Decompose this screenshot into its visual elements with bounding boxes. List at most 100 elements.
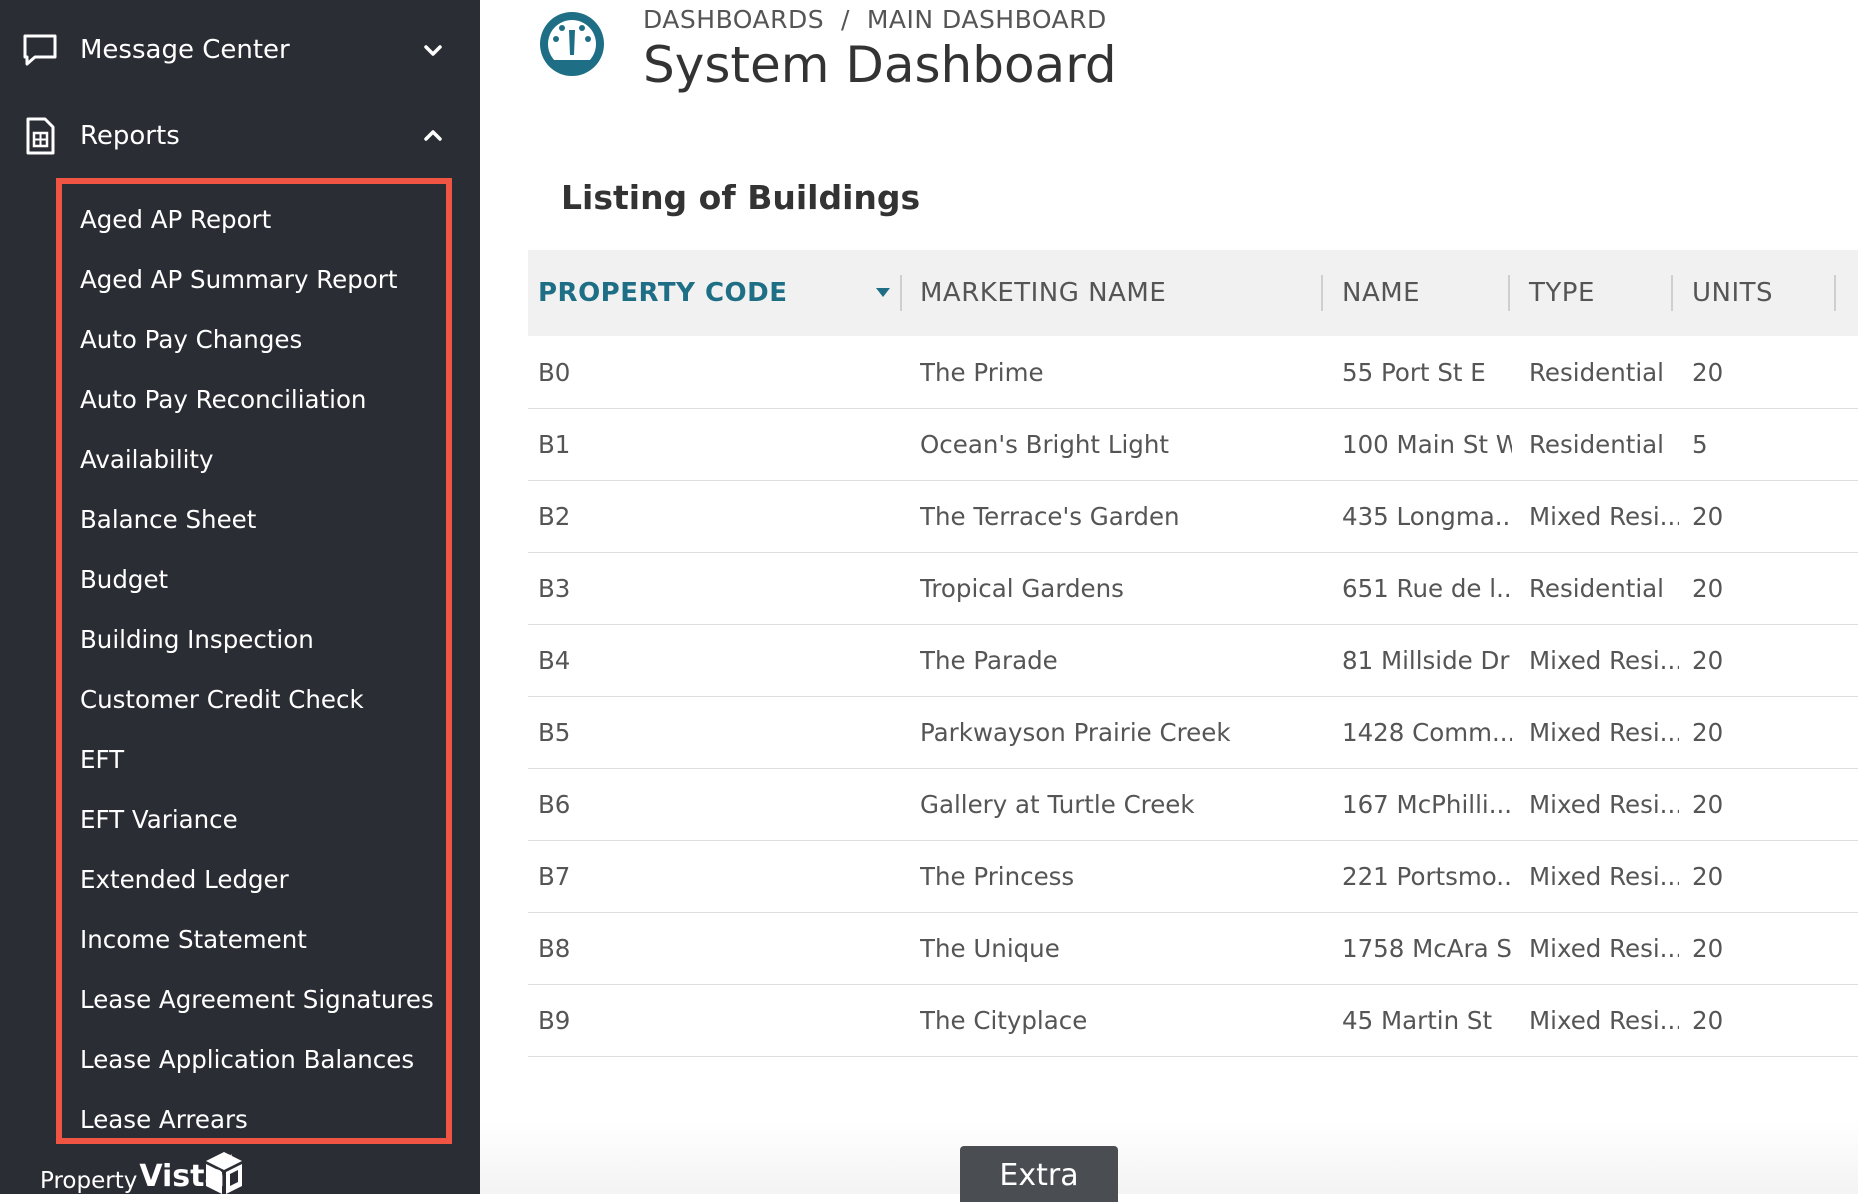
table-row[interactable]: B7 The Princess 221 Portsmo... Mixed Resi..… [528,840,1858,913]
cell-type: Mixed Resi... [1529,1005,1679,1035]
column-header-units[interactable]: UNITS [1692,250,1773,336]
cell-type: Mixed Resi... [1529,501,1679,531]
cell-property-code: B0 [538,357,571,387]
table-header: PROPERTY CODE MARKETING NAME NAME TYPE U… [528,250,1858,336]
listing-title: Listing of Buildings [561,178,921,217]
cell-property-code: B4 [538,645,571,675]
column-header-marketing-name[interactable]: MARKETING NAME [920,250,1166,336]
column-separator[interactable] [1671,275,1673,311]
cell-property-code: B5 [538,717,571,747]
table-row[interactable]: B4 The Parade 81 Millside Dr Mixed Resi... 2… [528,624,1858,697]
cell-name: 100 Main St W [1342,429,1512,459]
cell-type: Residential [1529,357,1664,387]
table-row[interactable]: B8 The Unique 1758 McAra St Mixed Resi... 20 [528,912,1858,985]
cell-type: Mixed Resi... [1529,645,1679,675]
cell-units: 20 [1692,1005,1724,1035]
nav-reports-label: Reports [80,121,180,151]
report-item-auto-pay-changes[interactable]: Auto Pay Changes [80,327,302,353]
nav-message-center[interactable]: Message Center [0,10,480,90]
cell-marketing-name: The Prime [920,357,1044,387]
cell-marketing-name: The Parade [920,645,1058,675]
report-item-lease-agreement-signatures[interactable]: Lease Agreement Signatures [80,987,434,1013]
report-icon [26,117,55,155]
cell-type: Residential [1529,429,1664,459]
sort-desc-icon[interactable] [876,288,890,298]
report-item-availability[interactable]: Availability [80,447,214,473]
cell-property-code: B1 [538,429,571,459]
report-item-building-inspection[interactable]: Building Inspection [80,627,314,653]
cell-marketing-name: Ocean's Bright Light [920,429,1169,459]
cell-units: 20 [1692,645,1724,675]
table-row[interactable]: B1 Ocean's Bright Light 100 Main St W Resid… [528,408,1858,481]
cell-units: 20 [1692,573,1724,603]
cell-units: 5 [1692,429,1708,459]
nav-reports[interactable]: Reports [0,96,480,176]
cell-type: Mixed Resi... [1529,717,1679,747]
cell-units: 20 [1692,861,1724,891]
report-item-budget[interactable]: Budget [80,567,168,593]
main-content: DASHBOARDS / MAIN DASHBOARD System Dashb… [480,0,1858,1202]
cell-property-code: B3 [538,573,571,603]
cell-property-code: B6 [538,789,571,819]
cell-name: 167 McPhilli... [1342,789,1512,819]
cell-units: 20 [1692,357,1724,387]
report-item-eft-variance[interactable]: EFT Variance [80,807,238,833]
cell-property-code: B7 [538,861,571,891]
dashboard-gauge-icon [540,12,604,76]
cell-property-code: B9 [538,1005,571,1035]
cell-marketing-name: The Princess [920,861,1075,891]
cell-type: Mixed Resi... [1529,933,1679,963]
table-row[interactable]: B6 Gallery at Turtle Creek 167 McPhilli...… [528,768,1858,841]
brand-logo: Property Vista ™ [40,1148,260,1194]
report-item-aged-ap-report[interactable]: Aged AP Report [80,207,271,233]
breadcrumb[interactable]: DASHBOARDS / MAIN DASHBOARD [643,5,1107,34]
cell-marketing-name: The Cityplace [920,1005,1088,1035]
table-row[interactable]: B0 The Prime 55 Port St E Residential 20 [528,336,1858,409]
nav-message-center-label: Message Center [80,35,290,65]
column-separator[interactable] [1834,275,1836,311]
chevron-down-icon[interactable] [420,37,446,63]
cell-units: 20 [1692,717,1724,747]
cell-marketing-name: The Unique [920,933,1060,963]
cell-property-code: B8 [538,933,571,963]
column-separator[interactable] [1321,275,1323,311]
cell-units: 20 [1692,789,1724,819]
table-row[interactable]: B2 The Terrace's Garden 435 Longma... Mixed… [528,480,1858,553]
column-header-type[interactable]: TYPE [1529,250,1595,336]
report-item-aged-ap-summary-report[interactable]: Aged AP Summary Report [80,267,397,293]
report-item-income-statement[interactable]: Income Statement [80,927,307,953]
column-separator[interactable] [900,275,902,311]
report-item-extended-ledger[interactable]: Extended Ledger [80,867,289,893]
column-header-name[interactable]: NAME [1342,250,1420,336]
report-item-auto-pay-reconciliation[interactable]: Auto Pay Reconciliation [80,387,366,413]
table-row[interactable]: B3 Tropical Gardens 651 Rue de l... Residen… [528,552,1858,625]
sidebar: Message Center Reports Aged AP Report Ag… [0,0,480,1194]
brand-prefix: Property [40,1168,138,1194]
table-row[interactable]: B9 The Cityplace 45 Martin St Mixed Resi...… [528,984,1858,1057]
cell-name: 435 Longma... [1342,501,1512,531]
message-icon [23,34,57,66]
report-item-customer-credit-check[interactable]: Customer Credit Check [80,687,364,713]
report-item-lease-application-balances[interactable]: Lease Application Balances [80,1047,414,1073]
cell-type: Mixed Resi... [1529,861,1679,891]
cell-name: 55 Port St E [1342,357,1486,387]
cell-marketing-name: Tropical Gardens [920,573,1124,603]
cell-name: 81 Millside Dr [1342,645,1510,675]
page-title: System Dashboard [643,36,1117,94]
report-item-balance-sheet[interactable]: Balance Sheet [80,507,256,533]
cell-marketing-name: Parkwayson Prairie Creek [920,717,1231,747]
column-header-property-code[interactable]: PROPERTY CODE [538,250,788,336]
cell-units: 20 [1692,501,1724,531]
chevron-up-icon[interactable] [420,123,446,149]
cell-name: 1428 Comm... [1342,717,1512,747]
report-item-lease-arrears[interactable]: Lease Arrears [80,1107,248,1133]
table-row[interactable]: B5 Parkwayson Prairie Creek 1428 Comm... Mi… [528,696,1858,769]
cell-name: 45 Martin St [1342,1005,1493,1035]
report-item-eft[interactable]: EFT [80,747,124,773]
cell-name: 221 Portsmo... [1342,861,1512,891]
cell-name: 651 Rue de l... [1342,573,1512,603]
cell-units: 20 [1692,933,1724,963]
cube-logo-icon [206,1152,242,1194]
column-separator[interactable] [1508,275,1510,311]
cell-type: Mixed Resi... [1529,789,1679,819]
